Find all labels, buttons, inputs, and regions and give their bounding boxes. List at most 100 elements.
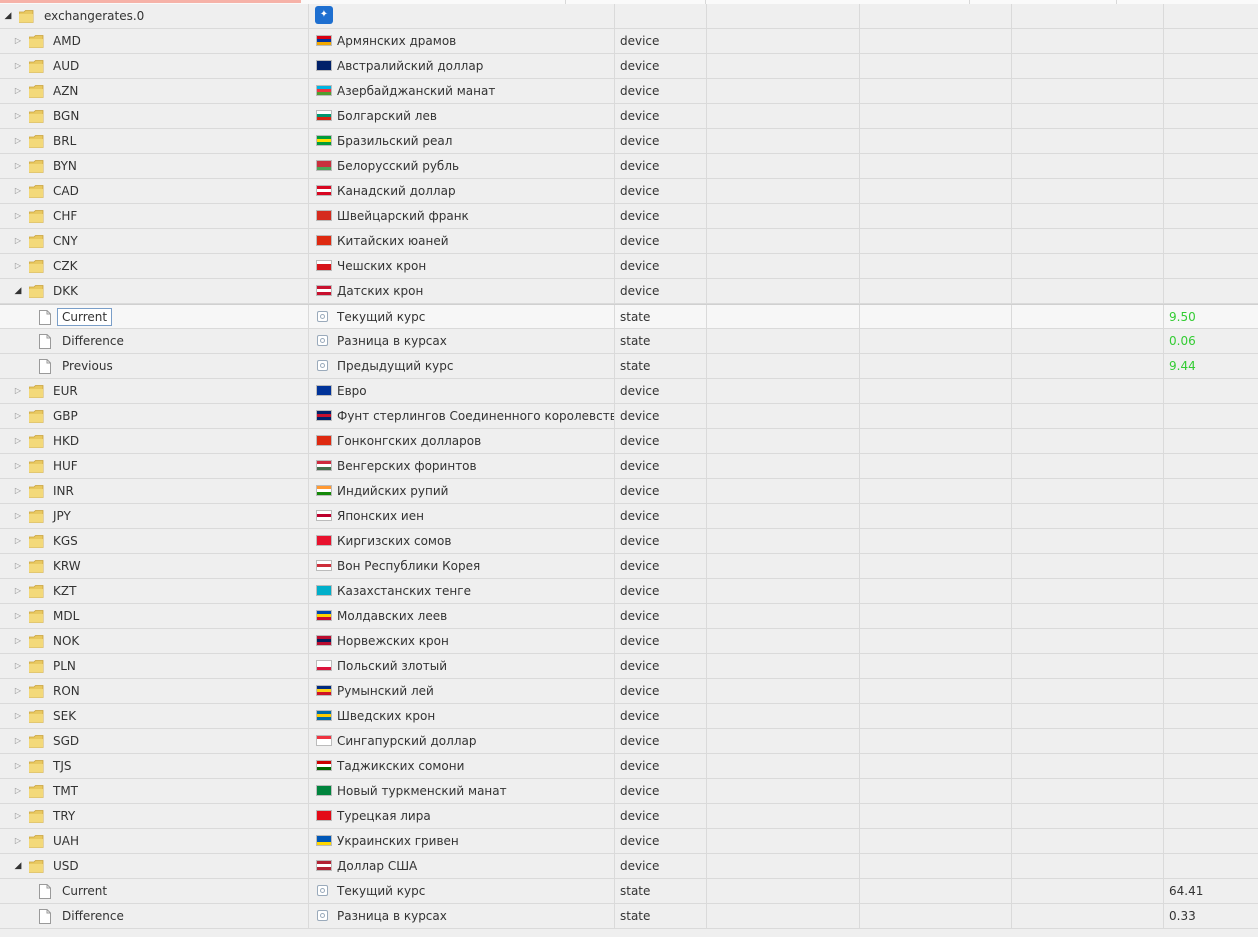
expand-toggle-icon[interactable]: ▷ — [12, 829, 24, 853]
tree-row-device[interactable]: ▷ KZT Казахстанских тенге device — [0, 579, 1258, 604]
expand-toggle-icon[interactable]: ▷ — [12, 154, 24, 178]
object-id-label: CZK — [53, 259, 78, 273]
tree-row-device[interactable]: ▷ KRW Вон Республики Корея device — [0, 554, 1258, 579]
room-cell — [860, 654, 1012, 678]
object-type-label: state — [620, 884, 651, 898]
value-cell — [1164, 529, 1258, 553]
tree-row-device[interactable]: ▷ BYN Белорусский рубль device — [0, 154, 1258, 179]
tree-row-state[interactable]: Previous Предыдущий курс state 9.44 — [0, 354, 1258, 379]
state-id-label[interactable]: Difference — [62, 329, 124, 353]
expand-toggle-icon[interactable]: ▷ — [12, 454, 24, 478]
tree-row-device[interactable]: ▷ RON Румынский лей device — [0, 679, 1258, 704]
expand-toggle-icon[interactable]: ▷ — [12, 754, 24, 778]
tree-row-state[interactable]: Difference Разница в курсах state 0.33 — [0, 904, 1258, 929]
expand-toggle-icon[interactable]: ▷ — [12, 204, 24, 228]
tree-row-device[interactable]: ▷ CZK Чешских крон device — [0, 254, 1258, 279]
tree-row-device[interactable]: ▷ UAH Украинских гривен device — [0, 829, 1258, 854]
object-id-label: AZN — [53, 84, 79, 98]
tree-row-device[interactable]: ▷ TMT Новый туркменский манат device — [0, 779, 1258, 804]
expand-toggle-icon[interactable]: ▷ — [12, 404, 24, 428]
state-id-label[interactable]: Difference — [62, 904, 124, 928]
tree-row-device[interactable]: ▷ AUD Австралийский доллар device — [0, 54, 1258, 79]
object-id-label: KGS — [53, 534, 78, 548]
state-id-label[interactable]: Current — [57, 308, 113, 326]
tree-row-device[interactable]: ◢ DKK Датских крон device — [0, 279, 1258, 304]
room-cell — [860, 354, 1012, 378]
tree-row-device[interactable]: ▷ PLN Польский злотый device — [0, 654, 1258, 679]
expand-toggle-icon[interactable]: ▷ — [12, 104, 24, 128]
tree-row-device[interactable]: ▷ BRL Бразильский реал device — [0, 129, 1258, 154]
expand-toggle-icon[interactable]: ▷ — [12, 804, 24, 828]
object-type-label: device — [620, 809, 660, 823]
tree-row-device[interactable]: ▷ INR Индийских рупий device — [0, 479, 1258, 504]
expand-toggle-icon[interactable]: ▷ — [12, 779, 24, 803]
expand-toggle-icon[interactable]: ▷ — [12, 579, 24, 603]
collapse-toggle-icon[interactable]: ◢ — [12, 279, 24, 303]
tree-row-device[interactable]: ▷ AZN Азербайджанский манат device — [0, 79, 1258, 104]
adapter-icon: ✦ — [315, 6, 333, 24]
tree-row-device[interactable]: ▷ GBP Фунт стерлингов Соединенного королев… — [0, 404, 1258, 429]
tree-row-device[interactable]: ▷ JPY Японских иен device — [0, 504, 1258, 529]
object-id-label: SEK — [53, 709, 77, 723]
collapse-toggle-icon[interactable]: ◢ — [2, 4, 14, 28]
tree-row-device[interactable]: ▷ HKD Гонконгских долларов device — [0, 429, 1258, 454]
tree-row-state[interactable]: Current Текущий курс state 64.41 — [0, 879, 1258, 904]
expand-toggle-icon[interactable]: ▷ — [12, 379, 24, 403]
tree-row-device[interactable]: ▷ AMD Армянских драмов device — [0, 29, 1258, 54]
expand-toggle-icon[interactable]: ▷ — [12, 79, 24, 103]
tree-row-state[interactable]: Current Текущий курс state 9.50 — [0, 304, 1258, 329]
tree-row-device[interactable]: ▷ SEK Шведских крон device — [0, 704, 1258, 729]
role-cell — [707, 579, 860, 603]
function-cell — [1012, 879, 1164, 903]
expand-toggle-icon[interactable]: ▷ — [12, 29, 24, 53]
expand-toggle-icon[interactable]: ▷ — [12, 604, 24, 628]
role-cell — [707, 4, 860, 28]
tree-row-device[interactable]: ▷ CAD Канадский доллар device — [0, 179, 1258, 204]
tree-row-device[interactable]: ▷ KGS Киргизских сомов device — [0, 529, 1258, 554]
expand-toggle-icon[interactable]: ▷ — [12, 729, 24, 753]
state-id-label[interactable]: Previous — [62, 354, 113, 378]
expand-toggle-icon[interactable]: ▷ — [12, 229, 24, 253]
expand-toggle-icon[interactable]: ▷ — [12, 479, 24, 503]
expand-toggle-icon[interactable]: ▷ — [12, 654, 24, 678]
tree-row-device[interactable]: ▷ NOK Норвежских крон device — [0, 629, 1258, 654]
tree-row-device[interactable]: ▷ TRY Турецкая лира device — [0, 804, 1258, 829]
state-value[interactable]: 9.44 — [1169, 354, 1196, 378]
expand-toggle-icon[interactable]: ▷ — [12, 629, 24, 653]
tree-row-root[interactable]: ◢ exchangerates.0 ✦ — [0, 4, 1258, 29]
tree-row-device[interactable]: ▷ BGN Болгарский лев device — [0, 104, 1258, 129]
tree-row-device[interactable]: ▷ MDL Молдавских леев device — [0, 604, 1258, 629]
expand-toggle-icon[interactable]: ▷ — [12, 504, 24, 528]
object-type-label: device — [620, 109, 660, 123]
expand-toggle-icon[interactable]: ▷ — [12, 254, 24, 278]
expand-toggle-icon[interactable]: ▷ — [12, 179, 24, 203]
state-value[interactable]: 0.33 — [1169, 904, 1196, 928]
expand-toggle-icon[interactable]: ▷ — [12, 679, 24, 703]
tree-row-device[interactable]: ▷ SGD Сингапурский доллар device — [0, 729, 1258, 754]
expand-toggle-icon[interactable]: ▷ — [12, 704, 24, 728]
state-value[interactable]: 9.50 — [1169, 305, 1196, 329]
type-cell: device — [615, 504, 707, 528]
tree-row-device[interactable]: ▷ TJS Таджикских сомони device — [0, 754, 1258, 779]
tree-row-device[interactable]: ▷ CNY Китайских юаней device — [0, 229, 1258, 254]
collapse-toggle-icon[interactable]: ◢ — [12, 854, 24, 878]
name-cell: Канадский доллар — [309, 179, 615, 203]
expand-toggle-icon[interactable]: ▷ — [12, 54, 24, 78]
tree-row-device[interactable]: ▷ CHF Швейцарский франк device — [0, 204, 1258, 229]
expand-toggle-icon[interactable]: ▷ — [12, 129, 24, 153]
object-name-label: Индийских рупий — [337, 484, 449, 498]
state-value[interactable]: 0.06 — [1169, 329, 1196, 353]
expand-toggle-icon[interactable]: ▷ — [12, 554, 24, 578]
tree-row-device[interactable]: ◢ USD Доллар США device — [0, 854, 1258, 879]
tree-row-device[interactable]: ▷ HUF Венгерских форинтов device — [0, 454, 1258, 479]
object-id-label: AUD — [53, 59, 80, 73]
name-cell: ✦ — [309, 4, 615, 28]
expand-toggle-icon[interactable]: ▷ — [12, 429, 24, 453]
room-cell — [860, 604, 1012, 628]
country-flag-icon — [316, 660, 332, 671]
state-id-label[interactable]: Current — [62, 879, 107, 903]
expand-toggle-icon[interactable]: ▷ — [12, 529, 24, 553]
state-value[interactable]: 64.41 — [1169, 879, 1203, 903]
tree-row-device[interactable]: ▷ EUR Евро device — [0, 379, 1258, 404]
tree-row-state[interactable]: Difference Разница в курсах state 0.06 — [0, 329, 1258, 354]
